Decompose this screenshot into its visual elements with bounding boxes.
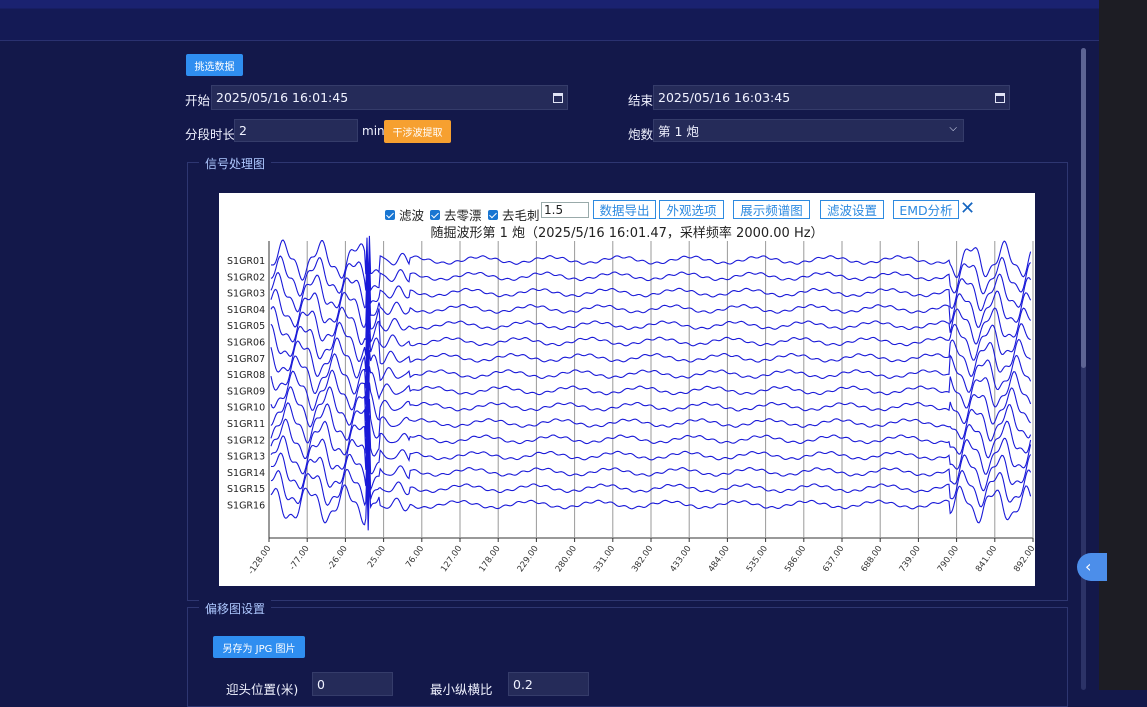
x-tick-label: 637.00	[821, 544, 846, 574]
shot-count-label: 炮数	[628, 127, 654, 142]
right-edge-panel	[1099, 0, 1147, 690]
start-label: 开始	[185, 93, 211, 108]
select-data-button[interactable]: 挑选数据	[186, 54, 243, 76]
trace-label: S1GR02	[227, 272, 265, 283]
calendar-icon[interactable]	[995, 93, 1005, 103]
x-tick-label: 484.00	[707, 544, 732, 574]
x-tick-label: 76.00	[404, 544, 426, 570]
trace-label: S1GR08	[227, 370, 265, 381]
shot-select-value: 第 1 炮	[658, 124, 699, 139]
x-tick-label: 382.00	[630, 544, 655, 574]
x-tick-label: 25.00	[366, 544, 388, 570]
trace-label: S1GR15	[227, 484, 265, 495]
x-tick-label: 127.00	[439, 544, 464, 574]
x-tick-label: 178.00	[477, 544, 502, 574]
min-aspect-ratio-input[interactable]: 0.2	[508, 672, 589, 696]
head-position-input[interactable]: 0	[312, 672, 393, 696]
top-bar	[0, 0, 1099, 41]
offset-settings-legend: 偏移图设置	[199, 600, 272, 617]
min-aspect-ratio-value: 0.2	[513, 676, 533, 692]
trace-label: S1GR13	[227, 452, 265, 463]
head-position-label: 迎头位置(米)	[226, 682, 299, 697]
signal-processing-legend: 信号处理图	[199, 155, 272, 172]
x-tick-label: 739.00	[898, 544, 923, 574]
x-tick-label: 535.00	[745, 544, 770, 574]
start-datetime-value: 2025/05/16 16:01:45	[216, 90, 349, 105]
shot-select[interactable]: 第 1 炮 ⌵	[653, 119, 964, 142]
x-tick-label: 280.00	[554, 544, 579, 574]
trace-label: S1GR10	[227, 403, 265, 414]
trace-label: S1GR14	[227, 468, 265, 479]
waveform-chart: -128.00 -77.00 -26.00 25.00 76.00 127.00 178.0…	[227, 235, 1035, 577]
trace-label: S1GR05	[227, 321, 265, 332]
x-tick-label: 790.00	[936, 544, 961, 574]
x-tick-label: 331.00	[592, 544, 617, 574]
x-tick-label: 586.00	[783, 544, 808, 574]
segment-unit: min	[362, 124, 385, 138]
trace-label: S1GR12	[227, 435, 265, 446]
end-label: 结束	[628, 93, 654, 108]
interference-extract-button[interactable]: 干涉波提取	[384, 120, 451, 143]
scrollbar-thumb[interactable]	[1081, 48, 1086, 368]
vertical-scrollbar[interactable]	[1081, 48, 1086, 690]
segment-duration-input[interactable]: 2	[234, 119, 358, 142]
trace-label: S1GR07	[227, 354, 265, 365]
chevron-left-icon: ‹	[1085, 557, 1092, 576]
trace-label: S1GR01	[227, 256, 265, 267]
trace-label: S1GR09	[227, 386, 265, 397]
trace-label: S1GR11	[227, 419, 265, 430]
trace-label: S1GR06	[227, 338, 265, 349]
end-datetime-input[interactable]: 2025/05/16 16:03:45	[653, 85, 1010, 110]
x-tick-label: 688.00	[859, 544, 884, 574]
x-tick-label: -26.00	[326, 544, 350, 572]
collapse-panel-button[interactable]: ‹	[1077, 553, 1107, 581]
x-tick-label: 841.00	[974, 544, 999, 574]
trace-label: S1GR16	[227, 501, 265, 512]
min-aspect-ratio-label: 最小纵横比	[430, 682, 493, 697]
x-tick-label: -77.00	[288, 544, 312, 572]
start-datetime-input[interactable]: 2025/05/16 16:01:45	[211, 85, 568, 110]
app-window: ‹ 挑选数据 开始 2025/05/16 16:01:45 结束 2025/05…	[0, 0, 1147, 707]
segment-duration-label: 分段时长	[185, 127, 236, 142]
chevron-down-icon: ⌵	[949, 123, 957, 134]
segment-duration-value: 2	[239, 123, 247, 138]
save-jpg-button[interactable]: 另存为 JPG 图片	[213, 636, 305, 658]
calendar-icon[interactable]	[553, 93, 563, 103]
head-position-value: 0	[317, 676, 325, 692]
x-tick-label: 433.00	[668, 544, 693, 574]
x-tick-label: -128.00	[246, 544, 273, 577]
end-datetime-value: 2025/05/16 16:03:45	[658, 90, 791, 105]
x-tick-label: 229.00	[516, 544, 541, 574]
trace-label: S1GR04	[227, 305, 265, 316]
trace-label: S1GR03	[227, 289, 265, 300]
x-tick-label: 892.00	[1012, 544, 1035, 574]
